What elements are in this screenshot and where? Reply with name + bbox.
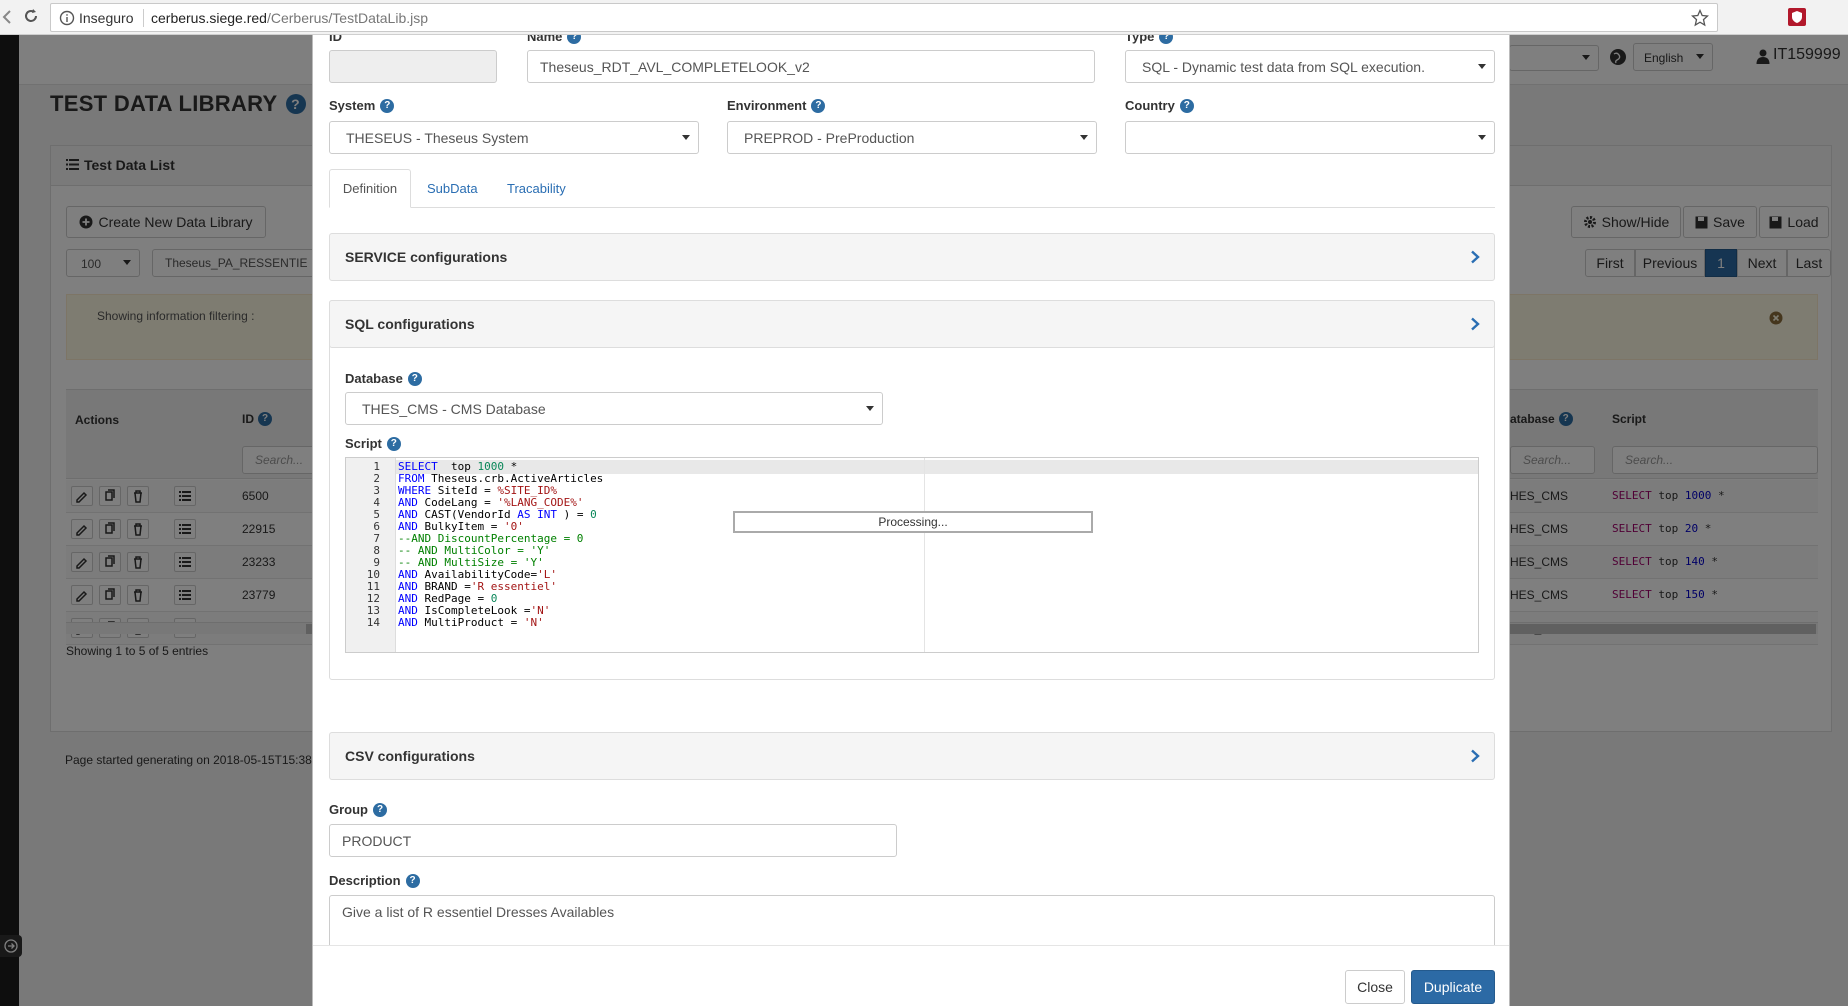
database-label-text: Database xyxy=(345,371,403,386)
help-icon[interactable]: ? xyxy=(567,35,582,44)
script-editor[interactable]: 1 2 3 4 5 6 7 8 9 10 11 12 13 14 SELECT top 1000 * FRO… xyxy=(345,457,1479,653)
database-label: Database? xyxy=(345,371,422,386)
help-icon[interactable]: ? xyxy=(1159,35,1174,44)
back-icon[interactable] xyxy=(0,8,22,30)
id-label: ID xyxy=(329,35,342,44)
chevron-right-icon xyxy=(1470,317,1480,331)
close-button[interactable]: Close xyxy=(1345,970,1405,1004)
database-value: THES_CMS - CMS Database xyxy=(362,401,546,417)
url-host: cerberus.siege.red xyxy=(151,10,267,26)
duplicate-button[interactable]: Duplicate xyxy=(1411,970,1495,1004)
description-label: Description? xyxy=(329,873,420,888)
tab-tracability[interactable]: Tracability xyxy=(507,181,566,196)
environment-label: Environment? xyxy=(727,98,826,113)
name-label: Name? xyxy=(527,35,582,44)
name-input[interactable]: Theseus_RDT_AVL_COMPLETELOOK_v2 xyxy=(527,50,1095,83)
country-label: Country? xyxy=(1125,98,1194,113)
description-textarea[interactable]: Give a list of R essentiel Dresses Avail… xyxy=(329,895,1495,948)
editor-code: SELECT top 1000 * FROM Theseus.crb.Active… xyxy=(346,458,1478,652)
id-input[interactable] xyxy=(329,50,497,83)
environment-select[interactable]: PREPROD - PreProduction xyxy=(727,121,1097,154)
system-label-text: System xyxy=(329,98,376,113)
info-icon[interactable] xyxy=(59,10,75,26)
code-token: INT xyxy=(537,508,557,521)
bookmark-star-icon[interactable] xyxy=(1691,9,1709,27)
type-label-text: Type xyxy=(1125,35,1155,44)
address-bar[interactable]: Inseguro cerberus.siege.red/Cerberus/Tes… xyxy=(50,3,1718,32)
group-input[interactable]: PRODUCT xyxy=(329,824,897,857)
code-token: ) = xyxy=(556,508,591,521)
url-path: /Cerberus/TestDataLib.jsp xyxy=(266,10,429,26)
script-label-text: Script xyxy=(345,436,382,451)
database-select[interactable]: THES_CMS - CMS Database xyxy=(345,392,883,425)
code-token: MultiProduct = xyxy=(417,616,524,629)
group-label-text: Group xyxy=(329,802,368,817)
id-label-text: ID xyxy=(329,35,342,44)
processing-indicator: Processing... xyxy=(733,511,1093,533)
csv-config-title: CSV configurations xyxy=(345,748,475,764)
group-label: Group? xyxy=(329,802,387,817)
service-config-title: SERVICE configurations xyxy=(345,249,508,265)
help-icon[interactable]: ? xyxy=(811,98,826,113)
reload-icon[interactable] xyxy=(22,7,44,29)
help-icon[interactable]: ? xyxy=(1179,98,1194,113)
duplicate-data-library-modal: ID Name? Theseus_RDT_AVL_COMPLETELOOK_v2… xyxy=(312,35,1510,1006)
code-token: 'N' xyxy=(523,616,544,629)
modal-footer: Close Duplicate xyxy=(313,945,1509,1006)
help-icon[interactable]: ? xyxy=(405,873,420,888)
name-label-text: Name xyxy=(527,35,563,44)
help-icon[interactable]: ? xyxy=(373,802,387,817)
description-label-text: Description xyxy=(329,873,401,888)
system-value: THESEUS - Theseus System xyxy=(346,130,529,146)
tabs-divider xyxy=(329,207,1495,208)
sql-config-header[interactable]: SQL configurations xyxy=(329,300,1495,348)
system-label: System? xyxy=(329,98,395,113)
help-icon[interactable]: ? xyxy=(386,436,401,451)
type-value: SQL - Dynamic test data from SQL executi… xyxy=(1142,59,1425,75)
help-icon[interactable]: ? xyxy=(380,98,395,113)
help-icon[interactable]: ? xyxy=(407,371,422,386)
script-label: Script? xyxy=(345,436,401,451)
type-select[interactable]: SQL - Dynamic test data from SQL executi… xyxy=(1125,50,1495,83)
address-separator xyxy=(143,9,144,27)
country-select[interactable] xyxy=(1125,121,1495,154)
environment-label-text: Environment xyxy=(727,98,807,113)
tab-subdata[interactable]: SubData xyxy=(427,181,478,196)
code-token: AND xyxy=(398,616,418,629)
security-label: Inseguro xyxy=(79,10,134,26)
code-token: 0 xyxy=(590,508,597,521)
csv-config-header[interactable]: CSV configurations xyxy=(329,732,1495,780)
environment-value: PREPROD - PreProduction xyxy=(744,130,915,146)
service-config-header[interactable]: SERVICE configurations xyxy=(329,233,1495,281)
chevron-right-icon xyxy=(1470,749,1480,763)
sql-config-title: SQL configurations xyxy=(345,316,475,332)
chevron-right-icon xyxy=(1470,250,1480,264)
system-select[interactable]: THESEUS - Theseus System xyxy=(329,121,699,154)
code-line: AND MultiProduct = 'N' xyxy=(398,616,544,629)
type-label: Type? xyxy=(1125,35,1174,44)
url-text: cerberus.siege.red/Cerberus/TestDataLib.… xyxy=(151,10,428,26)
extension-shield-icon[interactable] xyxy=(1788,8,1806,26)
browser-toolbar: Inseguro cerberus.siege.red/Cerberus/Tes… xyxy=(0,0,1848,35)
country-label-text: Country xyxy=(1125,98,1175,113)
tab-definition[interactable]: Definition xyxy=(329,169,411,208)
